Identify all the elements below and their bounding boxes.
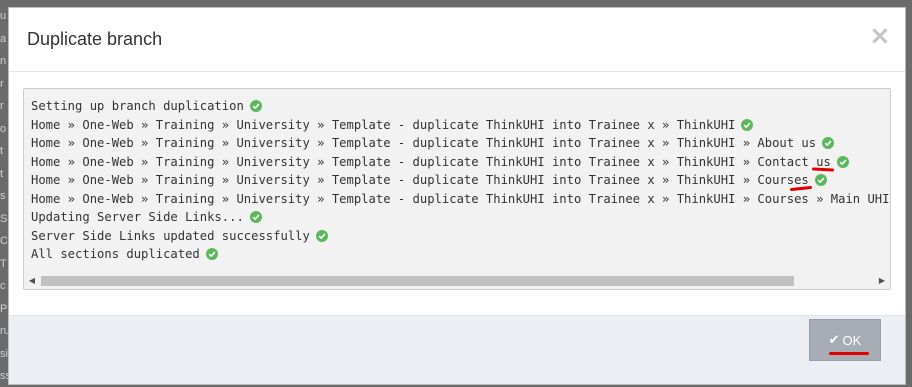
check-circle-icon — [315, 229, 328, 242]
horizontal-scrollbar[interactable]: ◀ ▶ — [24, 273, 890, 289]
ok-button-label: OK — [842, 332, 862, 348]
duplicate-branch-dialog: Duplicate branch × Setting up branch dup… — [8, 7, 906, 385]
log-line-text: Home » One-Web » Training » University »… — [31, 154, 831, 169]
log-line: Home » One-Web » Training » University »… — [31, 116, 890, 135]
log-line-text: Home » One-Web » Training » University »… — [31, 117, 736, 132]
checkmark-icon: ✔ — [828, 332, 840, 348]
background-text: u — [0, 10, 7, 22]
log-line-text: Server Side Links updated successfully — [31, 228, 310, 243]
background-text: o — [0, 122, 7, 135]
check-circle-icon — [741, 118, 754, 131]
background-text: c — [0, 280, 6, 292]
background-text: a — [0, 32, 7, 45]
log-line-text: Setting up branch duplication — [31, 99, 244, 113]
close-icon[interactable]: × — [869, 23, 891, 49]
background-text: r — [0, 100, 4, 112]
background-text: t — [0, 145, 4, 157]
log-line: Setting up branch duplication — [31, 97, 890, 116]
scroll-left-arrow-icon[interactable]: ◀ — [24, 273, 40, 289]
scroll-right-arrow-icon[interactable]: ▶ — [874, 273, 890, 289]
check-circle-icon — [249, 211, 262, 224]
log-line: Home » One-Web » Training » University »… — [31, 190, 891, 209]
check-circle-icon — [814, 174, 827, 187]
log-line: Home » One-Web » Training » University »… — [31, 171, 890, 190]
background-text: r — [0, 77, 4, 90]
log-line-text: Updating Server Side Links... — [31, 210, 244, 224]
scrollbar-thumb[interactable] — [41, 276, 794, 286]
background-text: ru — [0, 325, 8, 337]
log-lines: Setting up branch duplication Home » One-… — [31, 97, 891, 264]
dialog-footer — [9, 315, 905, 384]
log-line: Home » One-Web » Training » University »… — [31, 134, 890, 153]
background-text: P — [0, 302, 8, 315]
log-line-text: Home » One-Web » Training » University »… — [31, 136, 817, 150]
log-line-text: Home » One-Web » Training » University »… — [31, 191, 891, 206]
log-line: Server Side Links updated successfully — [31, 227, 890, 246]
log-line-text: All sections duplicated — [31, 247, 200, 261]
log-line: Updating Server Side Links... — [31, 208, 890, 227]
log-line: All sections duplicated — [31, 245, 890, 264]
dialog-header: Duplicate branch × — [9, 8, 905, 72]
background-text: n — [0, 55, 7, 67]
annotation-underline — [829, 352, 869, 355]
background-text: T — [0, 257, 7, 270]
background-text: t — [0, 167, 4, 180]
log-line: Home » One-Web » Training » University »… — [31, 153, 890, 172]
background-text: si — [0, 347, 8, 360]
background-text: C — [0, 235, 8, 247]
check-circle-icon — [249, 100, 262, 113]
background-text: s — [0, 190, 6, 202]
duplication-log-panel[interactable]: Setting up branch duplication Home » One-… — [23, 88, 891, 290]
dialog-title: Duplicate branch — [27, 29, 163, 49]
check-circle-icon — [205, 248, 218, 261]
background-text: S — [0, 212, 8, 225]
background-text: ss — [0, 370, 8, 382]
log-line-text: Home » One-Web » Training » University »… — [31, 173, 809, 187]
check-circle-icon — [836, 155, 849, 168]
check-circle-icon — [822, 137, 835, 150]
